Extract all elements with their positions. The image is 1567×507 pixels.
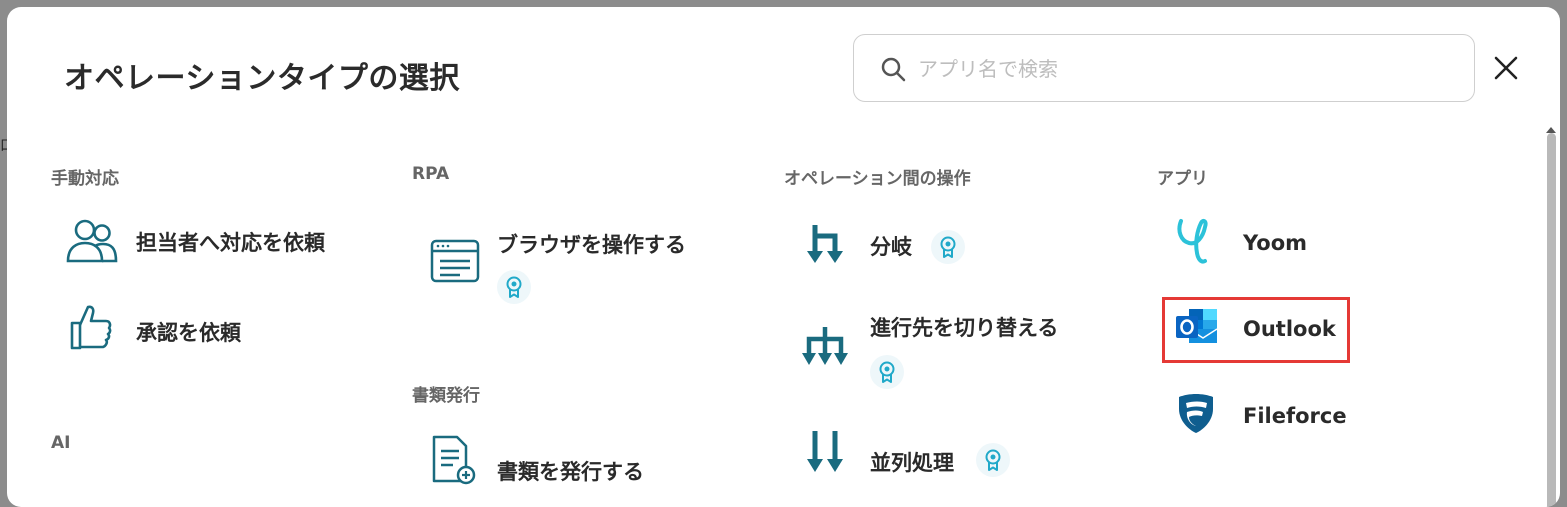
app-item-fileforce[interactable]: Fileforce: [1175, 391, 1355, 443]
modal-title: オペレーションタイプの選択: [64, 61, 460, 96]
operation-type-modal: オペレーションタイプの選択 手動対応 担当者へ対応を依頼 承認を依頼: [7, 7, 1560, 507]
close-button[interactable]: [1493, 55, 1519, 81]
item-switch-destination[interactable]: 進行先を切り替える: [801, 307, 1101, 397]
document-add-icon: [432, 435, 476, 485]
section-heading-rpa: RPA: [412, 164, 450, 184]
item-label: Fileforce: [1243, 404, 1347, 428]
premium-badge: [497, 270, 531, 304]
close-icon: [1494, 56, 1518, 80]
premium-badge: [870, 355, 904, 389]
section-heading-manual: 手動対応: [51, 169, 119, 189]
award-ribbon-icon: [985, 449, 1001, 471]
item-label: 進行先を切り替える: [870, 316, 1059, 340]
premium-badge: [931, 230, 965, 264]
item-parallel-processing[interactable]: 並列処理: [803, 429, 1033, 485]
scrollbar-thumb[interactable]: [1547, 133, 1556, 507]
switch-route-icon: [802, 327, 848, 365]
premium-badge: [976, 443, 1010, 477]
item-branch[interactable]: 分岐: [803, 221, 1003, 273]
section-heading-apps: アプリ: [1157, 169, 1208, 189]
search-box[interactable]: [853, 34, 1475, 102]
selection-highlight: [1162, 297, 1350, 363]
item-label: 分岐: [870, 235, 912, 259]
fileforce-logo-icon: [1179, 394, 1213, 433]
award-ribbon-icon: [506, 276, 522, 298]
search-input[interactable]: [916, 51, 1460, 87]
item-operate-browser[interactable]: ブラウザを操作する: [427, 222, 717, 312]
section-heading-documents: 書類発行: [412, 386, 480, 406]
section-heading-between-operations: オペレーション間の操作: [784, 169, 971, 189]
item-label: 並列処理: [870, 451, 954, 475]
item-label: 担当者へ対応を依頼: [136, 231, 325, 255]
thumbs-up-icon: [70, 305, 112, 350]
item-issue-document[interactable]: 書類を発行する: [431, 435, 691, 493]
item-request-approval[interactable]: 承認を依頼: [69, 303, 329, 355]
award-ribbon-icon: [879, 361, 895, 383]
section-heading-ai: AI: [51, 433, 71, 453]
parallel-arrows-icon: [807, 431, 843, 472]
people-icon: [66, 219, 118, 263]
branch-icon: [807, 225, 843, 263]
item-label: 書類を発行する: [497, 460, 644, 484]
search-icon: [881, 57, 906, 82]
app-item-yoom[interactable]: Yoom: [1175, 217, 1345, 269]
browser-window-icon: [430, 239, 480, 283]
item-label: ブラウザを操作する: [497, 233, 686, 257]
item-label: Yoom: [1243, 231, 1308, 255]
item-label: 承認を依頼: [136, 321, 241, 345]
yoom-logo-icon: [1177, 218, 1208, 264]
item-request-assignee[interactable]: 担当者へ対応を依頼: [65, 217, 365, 269]
award-ribbon-icon: [940, 236, 956, 258]
